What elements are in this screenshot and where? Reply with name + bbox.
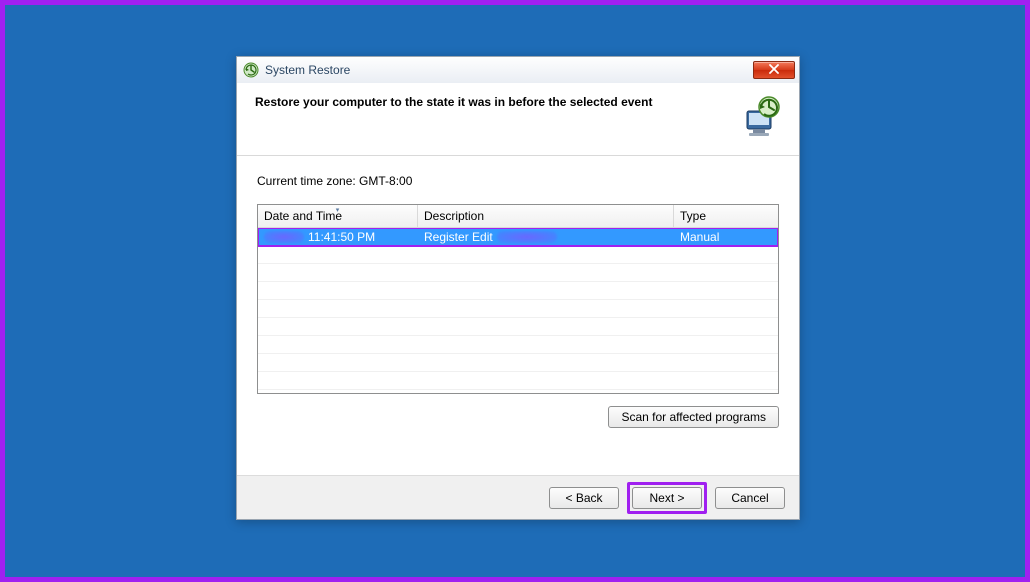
cell-date-time: 11:41:50 PM (258, 230, 418, 244)
annotation-next-highlight: Next > (627, 482, 707, 514)
content-area: Current time zone: GMT-8:00 ▾ Date and T… (237, 156, 799, 475)
table-row-empty (258, 336, 778, 354)
table-row-empty (258, 372, 778, 390)
header-area: Restore your computer to the state it wa… (237, 83, 799, 156)
table-row-empty (258, 318, 778, 336)
table-row-empty (258, 300, 778, 318)
cancel-button[interactable]: Cancel (715, 487, 785, 509)
next-button[interactable]: Next > (632, 487, 702, 509)
scan-affected-programs-button[interactable]: Scan for affected programs (608, 406, 779, 428)
close-button[interactable] (753, 61, 795, 79)
scan-button-row: Scan for affected programs (257, 406, 779, 428)
cell-type: Manual (674, 230, 778, 244)
column-header-type[interactable]: Type (674, 205, 778, 227)
timezone-label: Current time zone: GMT-8:00 (257, 174, 779, 188)
table-row-empty (258, 264, 778, 282)
sort-indicator-icon: ▾ (336, 206, 340, 214)
redacted-description-suffix (497, 231, 557, 243)
back-button[interactable]: < Back (549, 487, 619, 509)
table-header-row: ▾ Date and Time Description Type (258, 205, 778, 228)
table-row-empty (258, 354, 778, 372)
titlebar: System Restore (237, 57, 799, 83)
column-header-description[interactable]: Description (418, 205, 674, 227)
redacted-date-prefix (264, 231, 304, 243)
system-restore-hero-icon (735, 93, 783, 141)
system-restore-window: System Restore Restore your computer to … (236, 56, 800, 520)
system-restore-app-icon (243, 62, 259, 78)
column-header-date-time[interactable]: ▾ Date and Time (258, 205, 418, 227)
table-body: 11:41:50 PM Register Edit Manual (258, 228, 778, 393)
cell-description: Register Edit (418, 230, 674, 244)
wizard-footer: < Back Next > Cancel (237, 475, 799, 519)
close-icon (769, 64, 779, 77)
table-row-empty (258, 246, 778, 264)
restore-points-table: ▾ Date and Time Description Type 11:41:5… (257, 204, 779, 394)
window-title: System Restore (265, 63, 747, 77)
table-row[interactable]: 11:41:50 PM Register Edit Manual (258, 228, 778, 246)
page-heading: Restore your computer to the state it wa… (255, 93, 652, 109)
table-row-empty (258, 282, 778, 300)
